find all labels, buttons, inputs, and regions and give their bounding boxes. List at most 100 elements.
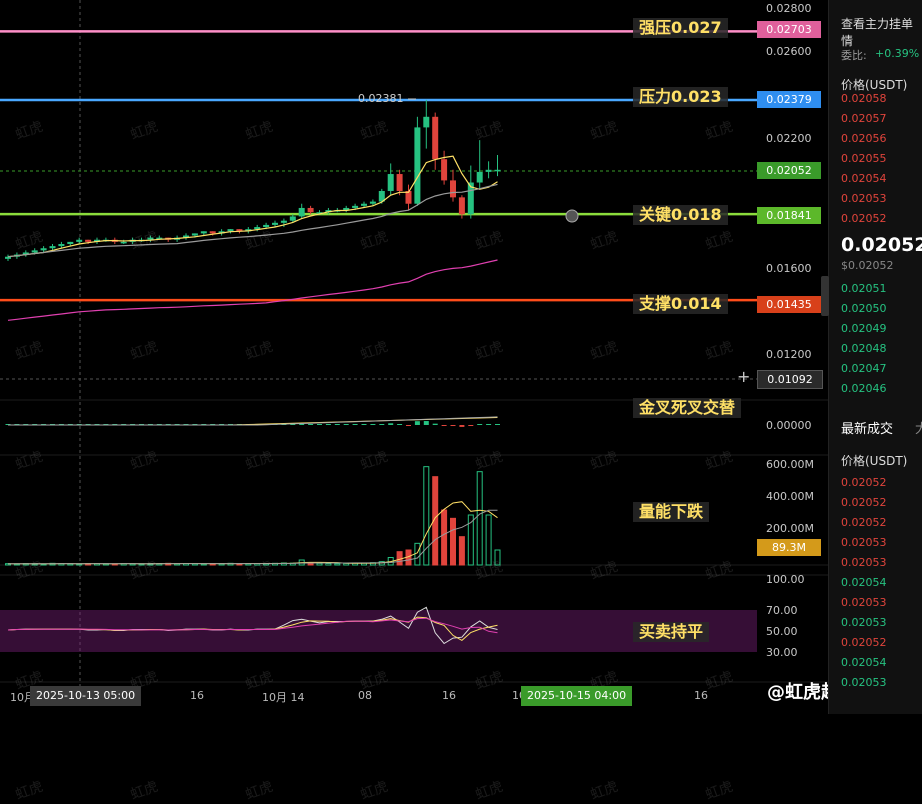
price-tick: 0.01200 [766,348,812,361]
kline-chart[interactable] [0,0,828,714]
price-tag-crosshair: 0.01092 [757,370,823,389]
candle-body [458,197,465,215]
candle-body [352,205,359,208]
watermark-text: 虹虎 [473,778,506,804]
order-book-panel: 查看主力挂单情 委比: +0.39% 价格(USDT) 0.02058 0.020… [821,0,922,714]
candle-body [49,246,56,249]
macd-bar [486,424,492,425]
candle-body [423,116,430,128]
price-tick: 0.01600 [766,262,812,275]
level-label-strong-resistance: 强压0.027 [633,18,728,38]
trade-row[interactable]: 0.02053 [841,536,887,549]
trade-row[interactable]: 0.02054 [841,656,887,669]
trade-row[interactable]: 0.02052 [841,476,887,489]
order-book-row[interactable]: 0.02056 [841,132,887,145]
candle-body [441,159,448,181]
volume-bar [441,509,448,566]
order-book-row[interactable]: 0.02054 [841,172,887,185]
volume-tag-current: 89.3M [757,539,821,556]
x-crosshair-time: 2025-10-13 05:00 [30,686,142,706]
order-book-title[interactable]: 查看主力挂单情 [841,15,922,49]
candle-body [85,239,92,242]
order-book-row[interactable]: 0.02049 [841,322,887,335]
order-book-row[interactable]: 0.02051 [841,282,887,295]
x-tick: 16 [190,689,204,702]
trade-row[interactable]: 0.02053 [841,616,887,629]
price-tick: 0.02600 [766,45,812,58]
candle-body [450,180,456,198]
candle-body [298,207,305,217]
candle-body [31,250,38,253]
macd-bar [432,423,438,425]
level-label-resistance: 压力0.023 [633,87,728,107]
volume-bar [476,471,483,566]
candle-body [494,169,501,172]
candle-body [485,169,492,172]
macd-bar [352,424,358,425]
trade-price-header: 价格(USDT) [841,454,908,468]
candle-body [414,127,421,204]
trade-row[interactable]: 0.02053 [841,556,887,569]
rsi-tick: 70.00 [766,604,798,617]
candle-body [387,174,394,191]
candle-body [58,244,65,247]
volume-bar [325,563,332,566]
candle-body [369,201,376,204]
price-tick: 0.02800 [766,2,812,15]
wei-label: 委比: [841,49,867,62]
x-current-time: 2025-10-15 04:00 [521,686,633,706]
macd-bar [343,424,349,425]
trade-row[interactable]: 0.02052 [841,496,887,509]
macd-bar [495,424,500,425]
order-book-row[interactable]: 0.02055 [841,152,887,165]
price-tag-current: 0.02052 [757,162,821,179]
level-label-support: 支撑0.014 [633,294,728,314]
macd-bar [423,421,429,425]
crosshair-plus-icon[interactable]: + [737,367,750,386]
volume-bar [334,563,341,566]
order-book-row[interactable]: 0.02047 [841,362,887,375]
macd-bar [361,424,367,425]
rsi-tick: 100.00 [766,573,805,586]
candle-body [272,222,278,225]
price-tag-resistance: 0.02379 [757,91,821,108]
order-book-row[interactable]: 0.02048 [841,342,887,355]
volume-tick: 600.00M [766,458,814,471]
macd-bar [468,425,474,426]
candle-body [476,171,483,183]
last-price: 0.02052 [841,234,922,256]
big-trades-tab[interactable]: 大 [915,418,922,437]
candle-body [67,241,74,244]
order-book-row[interactable]: 0.02058 [841,92,887,105]
recent-trades-tab[interactable]: 最新成交 [841,418,893,437]
trade-row[interactable]: 0.02054 [841,576,887,589]
trade-row[interactable]: 0.02052 [841,636,887,649]
macd-bar [477,424,483,425]
volume-bar [414,542,421,566]
order-book-row[interactable]: 0.02052 [841,212,887,225]
price-tag-strong-resistance: 0.02703 [757,21,821,38]
level-label-key: 关键0.018 [633,205,728,225]
order-book-row[interactable]: 0.02053 [841,192,887,205]
macd-bar [308,424,314,425]
trade-row[interactable]: 0.02053 [841,676,887,689]
order-book-row[interactable]: 0.02057 [841,112,887,125]
macd-bar [388,423,394,425]
order-book-row[interactable]: 0.02046 [841,382,887,395]
volume-bar [458,536,465,566]
x-tick: 10月 14 [262,691,305,704]
collapse-handle[interactable] [821,276,829,316]
trade-row[interactable]: 0.02053 [841,596,887,609]
order-book-row[interactable]: 0.02050 [841,302,887,315]
candle-body [76,239,83,242]
candle-body [361,203,367,206]
price-tag-support: 0.01435 [757,296,821,313]
volume-bar [485,514,492,566]
watermark-text: 虹虎 [358,778,391,804]
macd-bar [397,424,403,425]
macd-bar [299,424,305,425]
trade-row[interactable]: 0.02052 [841,516,887,529]
rsi-annotation: 买卖持平 [633,622,710,642]
candle-body [200,231,207,234]
x-tick: 16 [442,689,456,702]
